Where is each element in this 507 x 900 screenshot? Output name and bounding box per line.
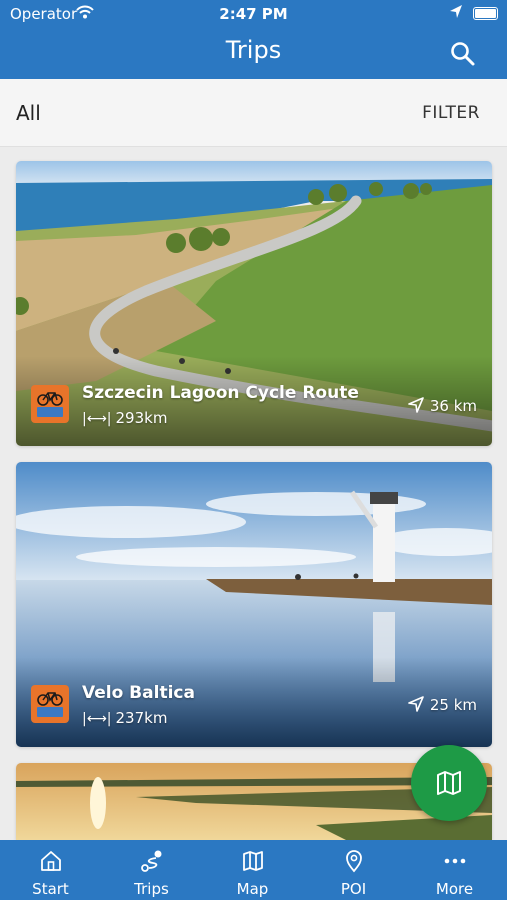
tab-trips[interactable]: Trips: [101, 840, 202, 900]
tab-poi-label: POI: [340, 880, 367, 898]
more-dots-icon: [444, 858, 466, 864]
trip-length: |⟷| 237km: [82, 709, 167, 727]
home-icon: [41, 851, 61, 871]
tab-more[interactable]: More: [404, 840, 505, 900]
navigation-arrow-icon: [408, 397, 424, 413]
tab-poi[interactable]: POI: [303, 840, 404, 900]
length-arrows-icon: |⟷|: [82, 411, 112, 427]
trip-name: Szczecin Lagoon Cycle Route: [82, 383, 359, 403]
tab-map[interactable]: Map: [202, 840, 303, 900]
status-bar: Operator 2:47 PM: [0, 0, 507, 28]
trip-card[interactable]: Velo Baltica |⟷| 237km 25 km: [16, 462, 492, 747]
trip-length: |⟷| 293km: [82, 409, 167, 427]
navigation-arrow-icon: [408, 696, 424, 712]
map-icon: [437, 771, 461, 795]
location-pin-icon: [346, 850, 362, 873]
tab-trips-label: Trips: [134, 880, 169, 898]
tab-more-label: More: [435, 880, 474, 898]
trip-distance: 36 km: [408, 397, 477, 415]
length-arrows-icon: |⟷|: [82, 711, 112, 727]
search-icon[interactable]: [449, 40, 477, 68]
map-view-button[interactable]: [411, 745, 487, 821]
nav-bar: Trips: [0, 28, 507, 79]
trip-distance-value: 25 km: [429, 696, 477, 714]
route-icon: [141, 850, 162, 872]
page-title: Trips: [225, 36, 282, 64]
trip-length-value: 293km: [115, 409, 168, 427]
status-time: 2:47 PM: [219, 5, 288, 23]
selected-filter-label[interactable]: All: [16, 101, 41, 125]
bicycle-icon: [31, 685, 69, 723]
battery-icon: [473, 7, 498, 20]
tab-map-label: Map: [236, 880, 269, 898]
bicycle-icon: [31, 385, 69, 423]
trip-card[interactable]: Szczecin Lagoon Cycle Route |⟷| 293km 36 …: [16, 161, 492, 446]
trip-name: Velo Baltica: [82, 683, 195, 703]
tab-bar: Start Trips Map POI More: [0, 840, 507, 900]
location-arrow-icon: [450, 5, 462, 18]
tab-start[interactable]: Start: [0, 840, 101, 900]
tab-start-label: Start: [32, 880, 69, 898]
trip-distance-value: 36 km: [429, 397, 477, 415]
trip-length-value: 237km: [115, 709, 168, 727]
trip-distance: 25 km: [408, 696, 477, 714]
map-icon: [243, 851, 263, 871]
filter-bar: All FILTER: [0, 79, 507, 147]
filter-button[interactable]: FILTER: [422, 103, 480, 123]
